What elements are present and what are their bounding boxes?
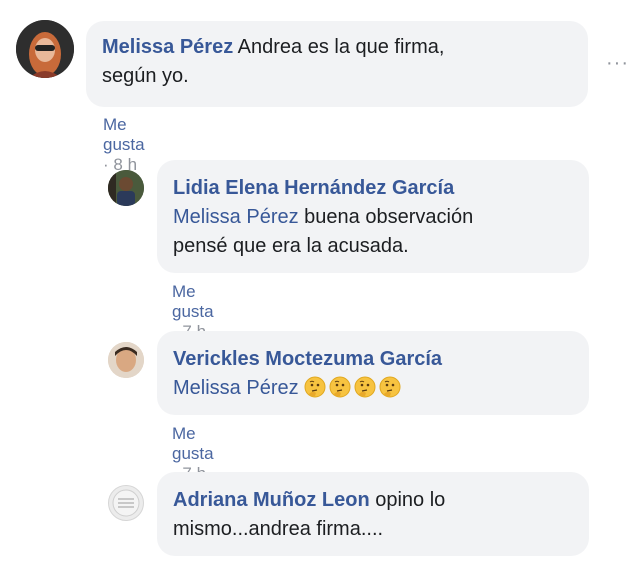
- avatar[interactable]: [16, 20, 74, 78]
- avatar[interactable]: [108, 342, 144, 378]
- mention-link[interactable]: Melissa Pérez: [173, 377, 299, 399]
- comment-text: mismo...andrea firma....: [173, 518, 384, 540]
- like-button[interactable]: Me gusta: [103, 115, 145, 154]
- comment-text: según yo.: [102, 65, 189, 87]
- comment-bubble: Lidia Elena Hernández García Melissa Pér…: [157, 160, 589, 273]
- thinking-face-icon: [379, 376, 401, 398]
- thinking-face-icon: [304, 376, 326, 398]
- comment-bubble: Adriana Muñoz Leon opino lo mismo...andr…: [157, 472, 589, 556]
- comment-author[interactable]: Melissa Pérez: [102, 36, 233, 58]
- thinking-face-icon: [329, 376, 351, 398]
- comment-bubble: Melissa Pérez Andrea es la que firma, se…: [86, 21, 588, 107]
- comment-author[interactable]: Verickles Moctezuma García: [173, 348, 442, 370]
- thinking-face-icon: [354, 376, 376, 398]
- comment-text: pensé que era la acusada.: [173, 235, 409, 257]
- more-options-icon[interactable]: ···: [606, 52, 628, 75]
- separator: ·: [103, 155, 109, 174]
- comment-bubble: Verickles Moctezuma García Melissa Pérez: [157, 331, 589, 415]
- emoji-group: [304, 376, 404, 399]
- comment-author[interactable]: Lidia Elena Hernández García: [173, 177, 454, 199]
- comment-text: opino lo: [375, 489, 446, 511]
- comment-actions: Me gusta · 8 h: [103, 115, 145, 175]
- like-button[interactable]: Me gusta: [172, 282, 214, 321]
- avatar[interactable]: [108, 170, 144, 206]
- like-button[interactable]: Me gusta: [172, 424, 214, 463]
- comment-text: Andrea es la que firma,: [237, 36, 445, 58]
- avatar[interactable]: [108, 485, 144, 521]
- mention-link[interactable]: Melissa Pérez: [173, 206, 299, 228]
- comment-author[interactable]: Adriana Muñoz Leon: [173, 489, 370, 511]
- comment-text: buena observación: [304, 206, 474, 228]
